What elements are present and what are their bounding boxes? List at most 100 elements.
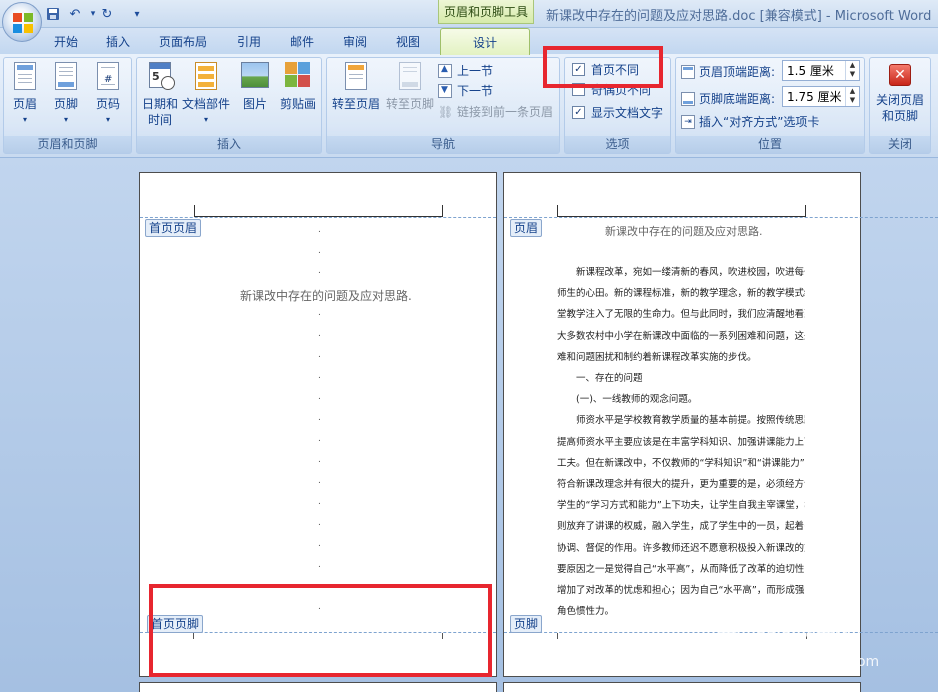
goto-header-icon — [341, 62, 371, 94]
page-number-button[interactable]: # 页码 ▾ — [90, 62, 126, 128]
clipart-button[interactable]: 剪贴画 — [276, 62, 320, 112]
header-top-distance: 页眉顶端距离: — [681, 63, 775, 80]
body-line: 堂教学注入了无限的生命力。但与此同时，我们应清醒地看到绝 — [557, 309, 805, 321]
spin-arrows-icon[interactable]: ▲ ▼ — [845, 61, 859, 80]
watermark-brand: Bai经验 — [716, 614, 850, 654]
header-icon — [10, 62, 40, 94]
prev-section-button[interactable]: ▲ 上一节 — [438, 62, 493, 79]
group-label-header-footer: 页眉和页脚 — [4, 136, 131, 153]
footer-icon — [51, 62, 81, 94]
tab-view[interactable]: 视图 — [396, 28, 420, 54]
footer-tag: 页脚 — [510, 615, 543, 633]
link-to-previous-button[interactable]: ⛓ 链接到前一条页眉 — [438, 103, 553, 120]
paragraph-mark: . — [318, 476, 321, 486]
page-2-header-frame — [557, 205, 806, 217]
header-top-distance-input[interactable]: 1.5 厘米 ▲ ▼ — [782, 60, 860, 81]
datetime-label-1: 日期和 — [141, 97, 178, 111]
chevron-down-icon: ▾ — [203, 115, 208, 124]
close-header-footer-button[interactable]: ✕ 关闭页眉 和页脚 — [870, 64, 930, 124]
group-position: 页眉顶端距离: 1.5 厘米 ▲ ▼ 页脚底端距离: 1.75 厘米 ▲ ▼ ⇥ 插… — [675, 57, 865, 154]
page-number-label: 页码 — [95, 97, 120, 111]
paragraph-mark: . — [318, 350, 321, 360]
datetime-label-2: 时间 — [147, 113, 172, 127]
body-line: 一、存在的问题 — [576, 373, 643, 385]
body-line: 师资水平是学校教育教学质量的基本前提。按照传统思路， — [576, 415, 805, 427]
link-icon: ⛓ — [438, 104, 454, 119]
body-line: 师生的心田。新的课程标准，新的教学理念，新的教学模式给课 — [557, 288, 805, 300]
highlight-box-first-page-footer — [149, 584, 492, 677]
window-title: 新课改中存在的问题及应对思路.doc [兼容模式] - Microsoft Wo… — [546, 9, 932, 24]
body-line: 提高师资水平主要应该是在丰富学科知识、加强讲课能力上下 — [557, 436, 805, 448]
redo-icon[interactable]: ↻ — [98, 5, 116, 23]
tab-mailings[interactable]: 邮件 — [290, 28, 314, 54]
show-document-text-checkbox[interactable]: ✓ 显示文档文字 — [572, 104, 663, 121]
paragraph-mark: . — [318, 266, 321, 276]
show-document-text-label: 显示文档文字 — [591, 106, 664, 120]
page-number-icon: # — [93, 62, 123, 94]
alignment-tab-icon: ⇥ — [681, 114, 695, 129]
body-line: 要原因之一是觉得自己“水平高”，从而降低了改革的迫切性， — [557, 563, 805, 575]
next-section-button[interactable]: ▼ 下一节 — [438, 82, 493, 99]
context-tab-header: 页眉和页脚工具 — [438, 0, 534, 24]
close-icon: ✕ — [889, 64, 911, 86]
picture-label: 图片 — [242, 97, 267, 111]
page-1-header-frame — [194, 205, 443, 217]
page-2-header-boundary — [504, 217, 938, 218]
save-icon[interactable] — [44, 5, 62, 23]
datetime-button[interactable]: 5 日期和 时间 — [139, 62, 181, 128]
first-page-header-tag: 首页页眉 — [145, 219, 202, 237]
body-line: 难和问题困扰和制约着新课程改革实施的步伐。 — [557, 351, 757, 363]
prev-section-icon: ▲ — [438, 63, 452, 78]
chevron-down-icon: ▾ — [22, 115, 27, 124]
doc-parts-button[interactable]: 文档部件 ▾ — [181, 62, 231, 128]
body-line: (一)、一线教师的观念问题。 — [576, 394, 698, 406]
prev-section-label: 上一节 — [457, 64, 494, 78]
group-close: ✕ 关闭页眉 和页脚 关闭 — [869, 57, 931, 154]
chevron-down-icon: ▾ — [63, 115, 68, 124]
spin-arrows-icon[interactable]: ▲ ▼ — [845, 87, 859, 106]
footer-button[interactable]: 页脚 ▾ — [48, 62, 84, 128]
close-label-2: 和页脚 — [881, 109, 918, 123]
paragraph-mark: . — [318, 371, 321, 381]
customize-qat-icon[interactable]: ▾ — [128, 5, 146, 23]
next-section-icon: ▼ — [438, 83, 452, 98]
page-1-title: 新课改中存在的问题及应对思路. — [240, 289, 412, 303]
header-label: 页眉 — [12, 97, 37, 111]
tab-insert[interactable]: 插入 — [106, 28, 130, 54]
goto-header-label: 转至页眉 — [331, 97, 380, 111]
goto-footer-label: 转至页脚 — [385, 97, 434, 111]
page-3 — [139, 682, 497, 692]
insert-alignment-tab-label: 插入“对齐方式”选项卡 — [699, 115, 820, 129]
tab-references[interactable]: 引用 — [237, 28, 261, 54]
body-line: 增加了对改革的忧虑和担心；因为自己“水平高”，而形成强大的 — [557, 585, 805, 597]
footer-bottom-distance-input[interactable]: 1.75 厘米 ▲ ▼ — [782, 86, 860, 107]
tab-page-layout[interactable]: 页面布局 — [159, 28, 207, 54]
undo-icon[interactable]: ↶ — [66, 5, 84, 23]
body-line: 学生的“学习方式和能力”上下功夫，让学生自我主宰课堂，教师 — [557, 500, 805, 512]
checkbox-checked-icon: ✓ — [572, 106, 585, 119]
doc-parts-label: 文档部件 — [181, 97, 230, 111]
insert-alignment-tab-button[interactable]: ⇥ 插入“对齐方式”选项卡 — [681, 113, 819, 130]
tab-home[interactable]: 开始 — [54, 28, 78, 54]
body-line: 协调、督促的作用。许多教师还迟不愿意积极投入新课改的重 — [557, 542, 805, 554]
footer-label: 页脚 — [53, 97, 78, 111]
calendar-icon: 5 — [145, 62, 175, 94]
office-button[interactable] — [2, 2, 42, 42]
tab-design[interactable]: 设计 — [440, 28, 530, 55]
header-distance-icon — [681, 64, 695, 79]
page-1-header-boundary — [140, 217, 496, 218]
header-button[interactable]: 页眉 ▾ — [7, 62, 43, 128]
paragraph-mark: . — [318, 413, 321, 423]
goto-header-button[interactable]: 转至页眉 — [329, 62, 383, 112]
paragraph-mark: . — [318, 518, 321, 528]
watermark-url: jingyan.baidu.com — [750, 654, 880, 670]
group-label-insert: 插入 — [137, 136, 321, 153]
doc-parts-icon — [191, 62, 221, 94]
body-line: 新课程改革，宛如一缕清新的春风，吹进校园，吹进每一位 — [576, 267, 805, 278]
picture-button[interactable]: 图片 — [236, 62, 274, 112]
body-line: 符合新课改理念并有很大的提升，更为重要的是，必须经方设法在 — [557, 479, 805, 491]
header-top-distance-label: 页眉顶端距离: — [699, 65, 776, 79]
tab-review[interactable]: 审阅 — [343, 28, 367, 54]
footer-margin-tick — [557, 633, 558, 639]
goto-footer-button[interactable]: 转至页脚 — [383, 62, 437, 112]
